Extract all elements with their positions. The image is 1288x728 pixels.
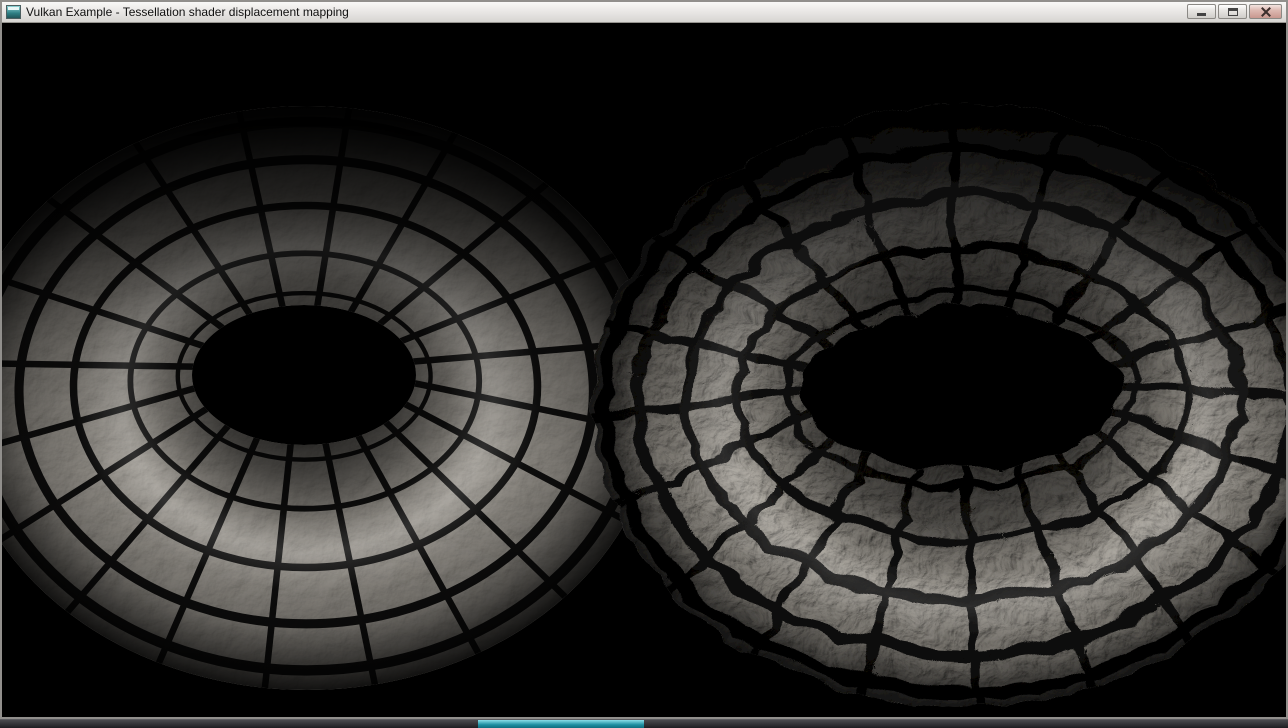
render-viewport[interactable] xyxy=(2,23,1286,717)
close-button[interactable] xyxy=(1249,4,1282,19)
minimize-icon xyxy=(1197,13,1206,16)
maximize-icon xyxy=(1228,8,1238,16)
window-title: Vulkan Example - Tessellation shader dis… xyxy=(26,6,349,19)
close-icon xyxy=(1261,7,1271,17)
torus-displaced xyxy=(588,101,1286,701)
maximize-button[interactable] xyxy=(1218,4,1247,19)
minimize-button[interactable] xyxy=(1187,4,1216,19)
taskbar[interactable] xyxy=(0,719,1288,728)
app-window: Vulkan Example - Tessellation shader dis… xyxy=(0,0,1288,719)
torus-smooth xyxy=(2,106,659,690)
window-controls xyxy=(1187,2,1282,19)
render-canvas xyxy=(2,23,1286,717)
app-icon[interactable] xyxy=(6,5,21,19)
taskbar-active-item[interactable] xyxy=(478,720,644,728)
titlebar[interactable]: Vulkan Example - Tessellation shader dis… xyxy=(2,2,1286,23)
